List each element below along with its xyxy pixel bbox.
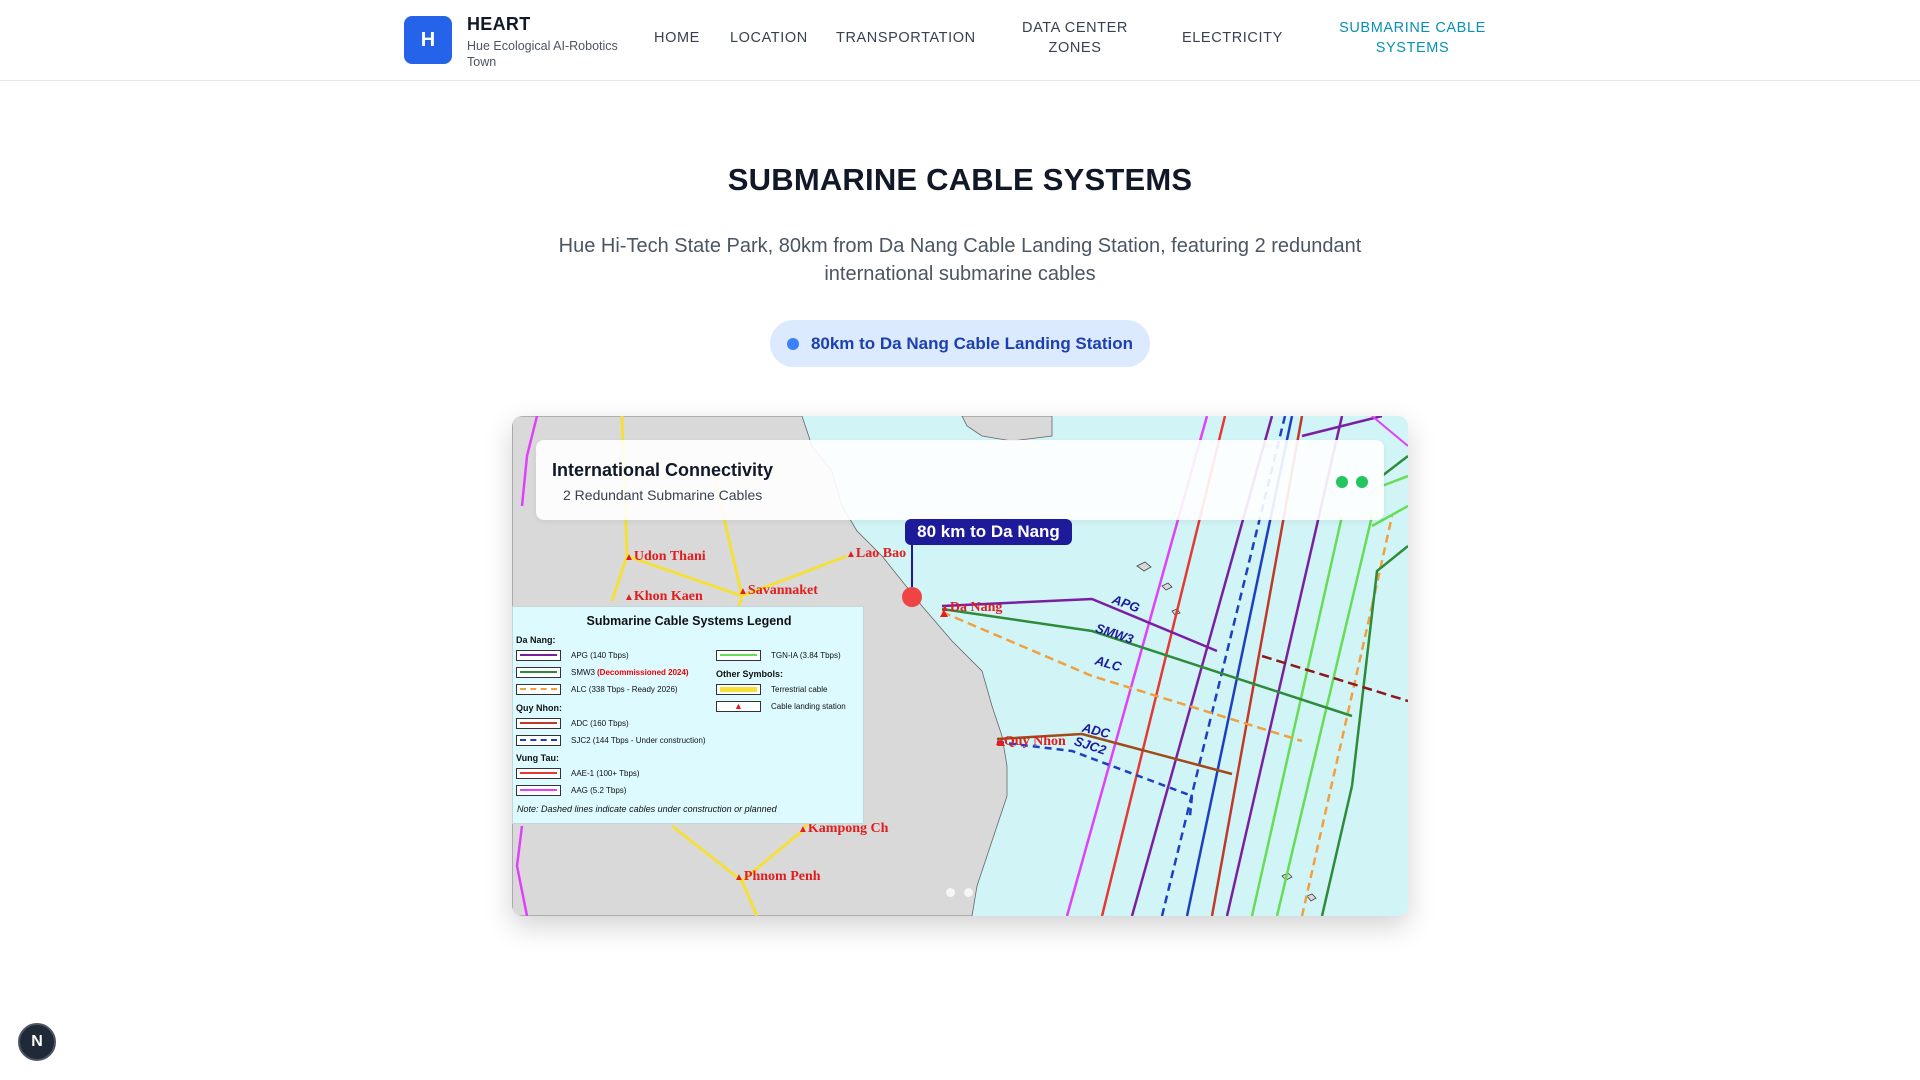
distance-badge-text: 80km to Da Nang Cable Landing Station <box>810 333 1134 353</box>
landing-triangle-icon: ▲ <box>734 700 743 711</box>
cable-map-card[interactable]: ▲Udon Thani ▲Lao Bao ▲Khon Kaen ▲Savanna… <box>512 416 1408 916</box>
site-header: H HEART Hue Ecological AI-Robotics Town … <box>0 0 1920 81</box>
page-title: SUBMARINE CABLE SYSTEMS <box>727 162 1193 197</box>
brand-title[interactable]: HEART <box>467 14 531 35</box>
next-badge-icon[interactable]: N <box>18 1023 56 1061</box>
legend-item-aae1: AAE-1 (100+ Tbps) <box>516 767 640 779</box>
nav-electricity[interactable]: ELECTRICITY <box>1182 28 1283 48</box>
legend-item-terrestrial: Terrestrial cable <box>716 683 827 695</box>
city-label-quy-nhon: ▲Quy Nhon <box>994 734 1066 749</box>
connectivity-panel: International Connectivity 2 Redundant S… <box>536 440 1384 520</box>
page-subtitle: Hue Hi-Tech State Park, 80km from Da Nan… <box>558 235 1362 285</box>
nav-home[interactable]: HOME <box>654 28 700 48</box>
city-label-lao-bao: ▲Lao Bao <box>846 546 907 561</box>
legend-group-quy-nhon: Quy Nhon: <box>516 703 562 713</box>
cable-legend: Submarine Cable Systems Legend Da Nang: … <box>512 606 864 824</box>
nav-submarine-cable-systems[interactable]: SUBMARINE CABLE SYSTEMS <box>1330 18 1495 58</box>
legend-item-alc: ALC (338 Tbps - Ready 2026) <box>516 683 678 695</box>
city-label-phnom-penh: ▲Phnom Penh <box>734 869 821 884</box>
legend-item-sjc2: SJC2 (144 Tbps - Under construction) <box>516 734 706 746</box>
connectivity-title: International Connectivity <box>552 460 774 480</box>
status-dot-icon <box>1356 476 1368 488</box>
nav-transportation[interactable]: TRANSPORTATION <box>836 28 976 48</box>
legend-item-adc: ADC (160 Tbps) <box>516 717 629 729</box>
city-label-savannaket: ▲Savannaket <box>738 583 818 598</box>
location-dot-icon <box>786 337 799 350</box>
legend-item-smw3: SMW3 (Decommissioned 2024) <box>516 666 689 678</box>
status-dot-icon <box>1336 476 1348 488</box>
legend-group-da-nang: Da Nang: <box>516 635 556 645</box>
nav-data-center-zones[interactable]: DATA CENTER ZONES <box>1010 18 1140 58</box>
connectivity-subtitle: 2 Redundant Submarine Cables <box>563 487 763 503</box>
logo-icon[interactable]: H <box>404 16 452 64</box>
brand-subtitle: Hue Ecological AI-Robotics Town <box>467 39 618 69</box>
city-label-udon-thani: ▲Udon Thani <box>624 549 706 564</box>
carousel-dot[interactable] <box>946 888 955 897</box>
city-label-khon-kaen: ▲Khon Kaen <box>624 589 703 604</box>
nav-location[interactable]: LOCATION <box>730 28 808 48</box>
legend-item-aag: AAG (5.2 Tbps) <box>516 784 626 796</box>
legend-group-other: Other Symbols: <box>716 669 784 679</box>
legend-group-vung-tau: Vung Tau: <box>516 753 559 763</box>
distance-callout: 80 km to Da Nang <box>905 519 1072 545</box>
city-label-da-nang: ▲Da Nang <box>940 600 1003 615</box>
legend-item-landing: ▲ Cable landing station <box>716 700 846 712</box>
legend-note: Note: Dashed lines indicate cables under… <box>517 804 777 814</box>
legend-title: Submarine Cable Systems Legend <box>586 614 792 628</box>
logo-letter: H <box>420 28 436 51</box>
legend-item-tgn: TGN-IA (3.84 Tbps) <box>716 649 841 661</box>
legend-item-apg: APG (140 Tbps) <box>516 649 629 661</box>
carousel-dot[interactable] <box>964 888 973 897</box>
distance-badge: 80km to Da Nang Cable Landing Station <box>770 320 1150 367</box>
